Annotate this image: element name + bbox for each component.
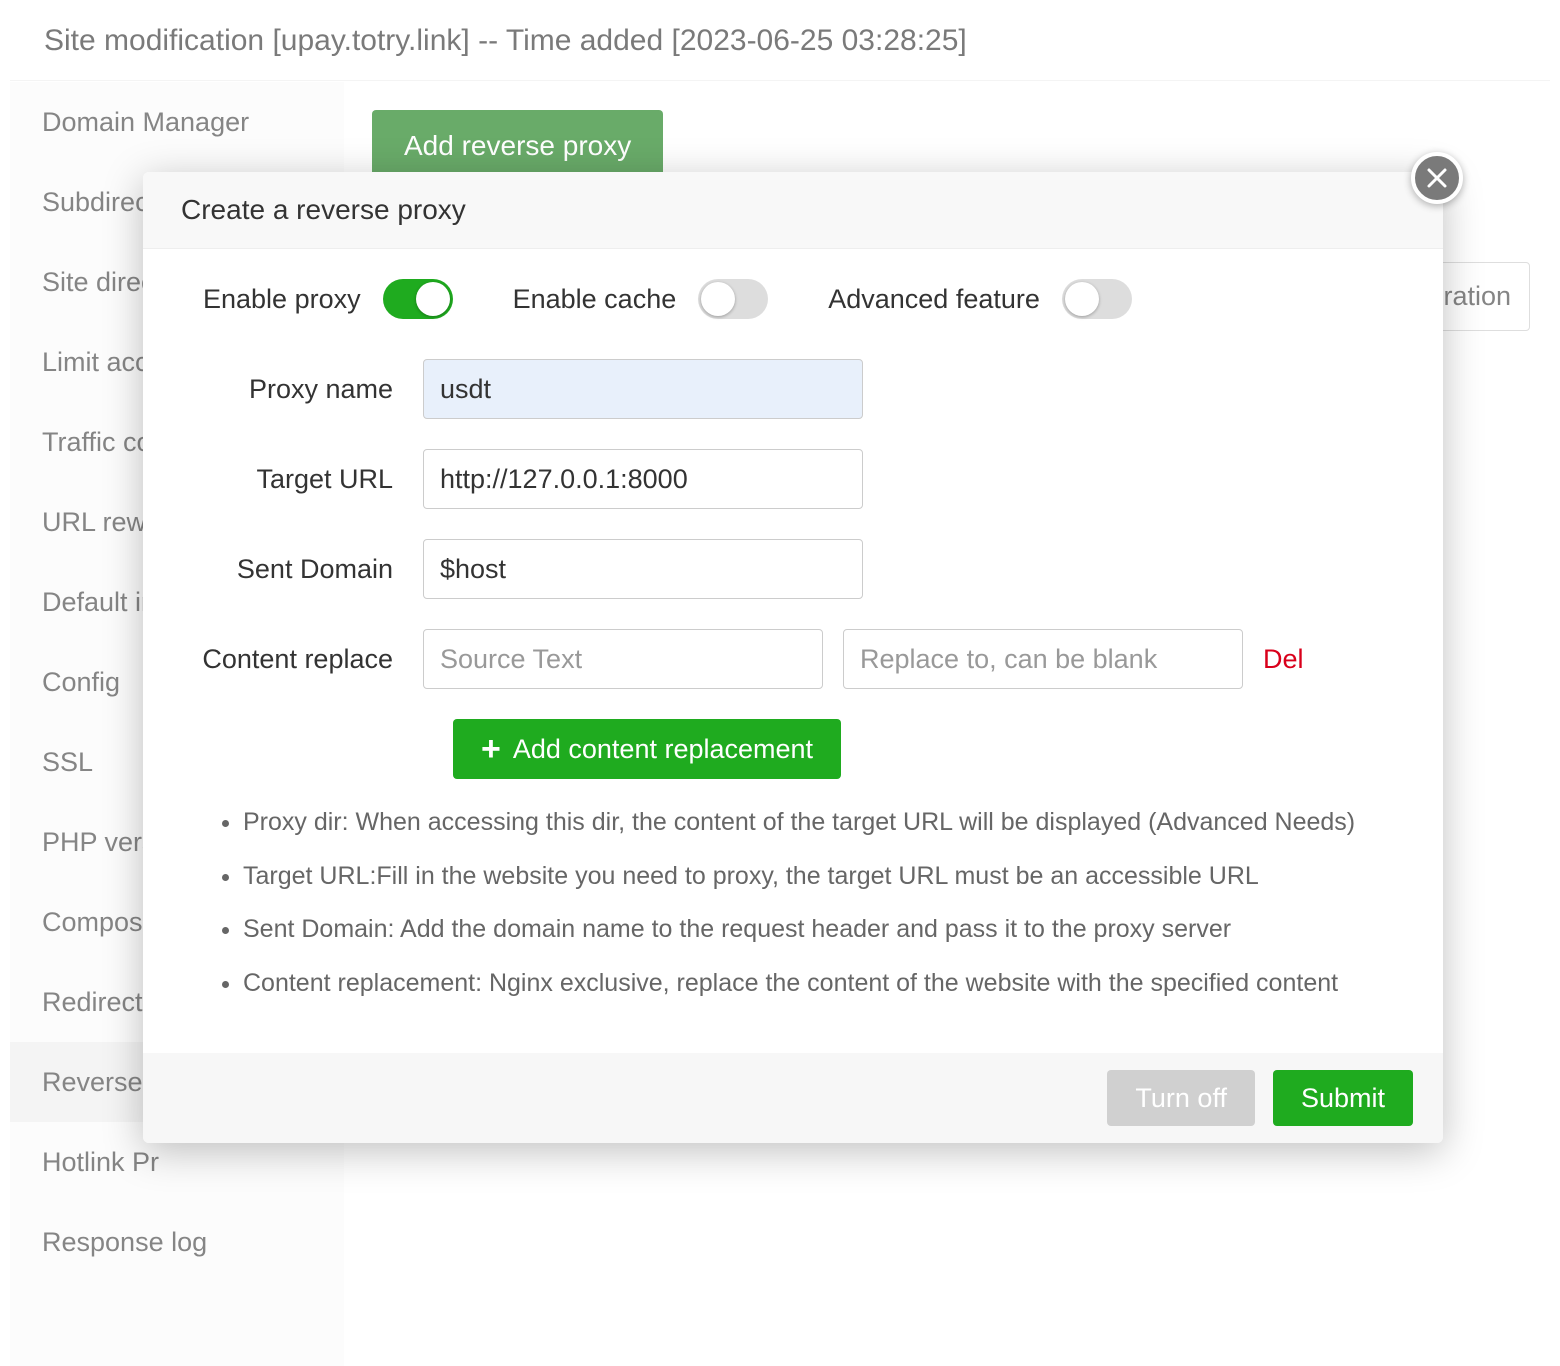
- target-url-input[interactable]: [423, 449, 863, 509]
- proxy-name-input[interactable]: [423, 359, 863, 419]
- content-replace-target-input[interactable]: [843, 629, 1243, 689]
- add-content-replacement-label: Add content replacement: [513, 734, 813, 765]
- content-replace-del-link[interactable]: Del: [1263, 644, 1304, 675]
- proxy-name-label: Proxy name: [183, 374, 423, 405]
- sent-domain-input[interactable]: [423, 539, 863, 599]
- content-replace-source-input[interactable]: [423, 629, 823, 689]
- enable-proxy-label: Enable proxy: [203, 284, 361, 315]
- advanced-feature-label: Advanced feature: [828, 284, 1040, 315]
- help-note: Sent Domain: Add the domain name to the …: [243, 906, 1393, 954]
- sidebar-item[interactable]: Response log: [10, 1202, 344, 1282]
- sent-domain-label: Sent Domain: [183, 554, 423, 585]
- page-title: Site modification [upay.totry.link] -- T…: [44, 24, 967, 58]
- content-replace-label: Content replace: [183, 644, 423, 675]
- modal-footer: Turn off Submit: [143, 1053, 1443, 1143]
- modal-title: Create a reverse proxy: [143, 172, 1443, 249]
- create-reverse-proxy-modal: Create a reverse proxy Enable proxy Enab…: [143, 172, 1443, 1143]
- advanced-feature-toggle[interactable]: [1062, 279, 1132, 319]
- plus-icon: +: [481, 732, 501, 766]
- divider: [10, 80, 1550, 81]
- target-url-label: Target URL: [183, 464, 423, 495]
- help-note: Target URL:Fill in the website you need …: [243, 853, 1393, 901]
- submit-button[interactable]: Submit: [1273, 1070, 1413, 1126]
- toggle-row: Enable proxy Enable cache Advanced featu…: [183, 279, 1403, 319]
- enable-cache-label: Enable cache: [513, 284, 677, 315]
- help-note: Content replacement: Nginx exclusive, re…: [243, 960, 1393, 1008]
- help-notes: Proxy dir: When accessing this dir, the …: [183, 779, 1403, 1043]
- enable-proxy-toggle[interactable]: [383, 279, 453, 319]
- add-content-replacement-button[interactable]: + Add content replacement: [453, 719, 841, 779]
- close-icon[interactable]: [1411, 152, 1463, 204]
- enable-cache-toggle[interactable]: [698, 279, 768, 319]
- turn-off-button[interactable]: Turn off: [1107, 1070, 1255, 1126]
- help-note: Proxy dir: When accessing this dir, the …: [243, 799, 1393, 847]
- modal-body: Enable proxy Enable cache Advanced featu…: [143, 249, 1443, 1053]
- sidebar-item[interactable]: Domain Manager: [10, 82, 344, 162]
